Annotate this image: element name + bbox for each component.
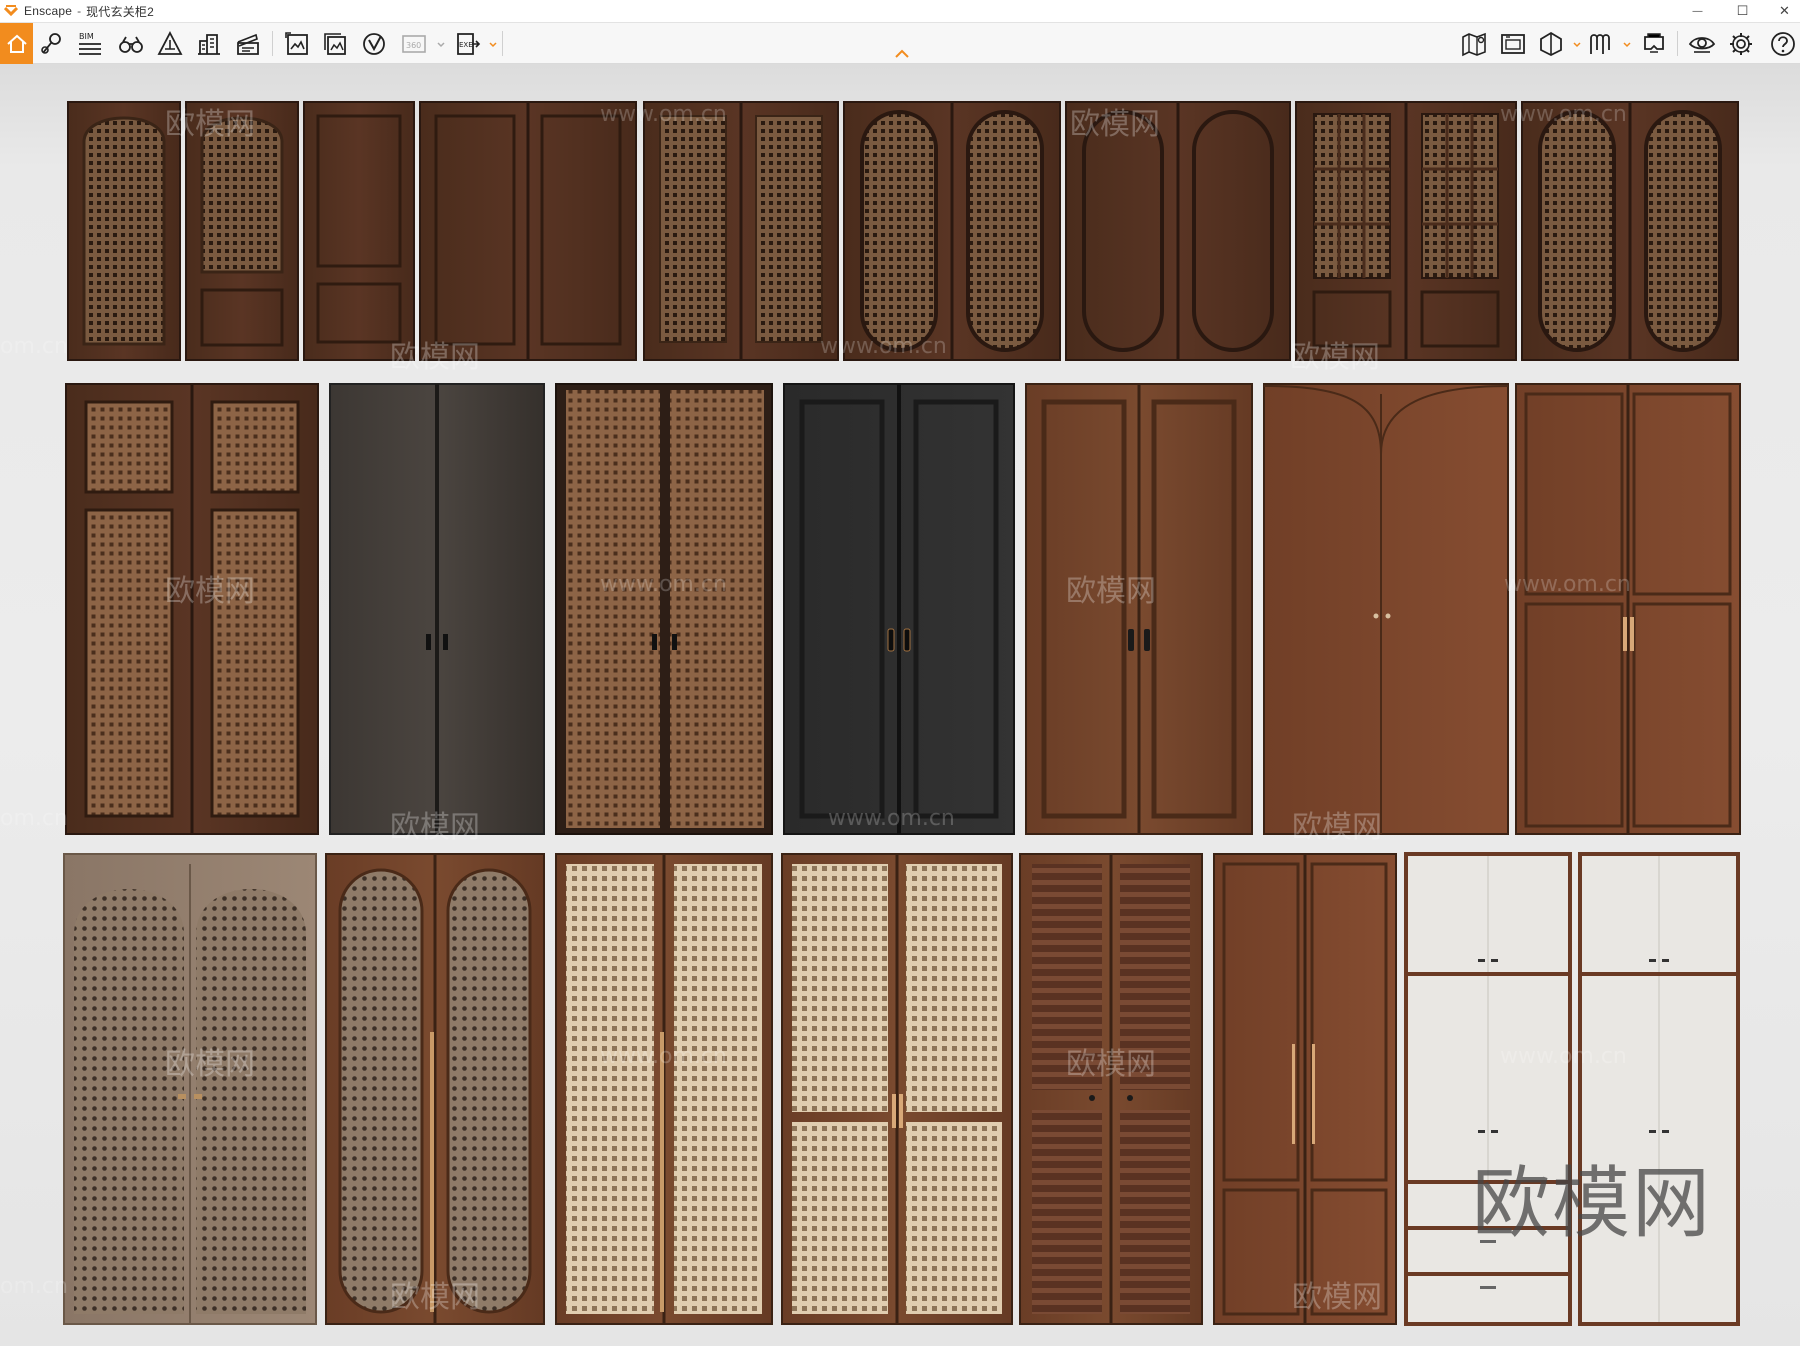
bim-icon: BIM (79, 32, 101, 55)
collapse-toolbar-button[interactable] (892, 47, 912, 61)
vr-headset-icon (1644, 32, 1664, 53)
panorama-dropdown-button[interactable] (436, 37, 446, 48)
panorama-icon: 360 (402, 34, 426, 53)
video-render-button[interactable] (357, 27, 391, 60)
toolbar-separator (1677, 31, 1678, 56)
render-image-icon (285, 31, 308, 55)
video-render-icon (363, 32, 385, 55)
title-bar: Enscape - 现代玄关柜2 — ☐ ✕ (0, 0, 1800, 23)
bim-label: BIM (79, 32, 94, 41)
clapperboard-icon (237, 33, 259, 55)
binoculars-icon (119, 36, 143, 53)
materials-icon (1590, 33, 1610, 54)
chevron-down-icon (489, 42, 497, 48)
batch-render-button[interactable] (318, 27, 352, 60)
door-row-3 (63, 852, 1740, 1326)
app-name: Enscape (24, 4, 73, 18)
close-button[interactable]: ✕ (1762, 0, 1800, 22)
settings-gear-icon (1730, 32, 1752, 55)
visual-settings-icon (1501, 33, 1525, 54)
help-icon (1771, 31, 1795, 56)
close-icon: ✕ (1779, 3, 1790, 18)
maximize-icon: ☐ (1736, 3, 1749, 18)
site-logo-watermark: 欧模网 (1472, 1159, 1713, 1249)
export-dropdown-button[interactable] (488, 37, 498, 48)
export-exe-icon: EXE (457, 32, 481, 55)
home-button[interactable] (0, 23, 33, 64)
materials-dropdown-button[interactable] (1622, 37, 1632, 48)
render-viewport[interactable]: 欧模网 www.om.cn 欧模网 www.om.cn om.cn 欧模网 ww… (0, 64, 1800, 1346)
vr-headset-button[interactable] (1637, 27, 1671, 60)
cube-section-icon (1540, 31, 1562, 56)
materials-button[interactable] (1584, 27, 1618, 60)
map-button[interactable] (1457, 27, 1491, 60)
title-separator: - (77, 4, 82, 18)
eye-button[interactable] (1685, 27, 1719, 60)
chevron-down-icon (1623, 42, 1631, 48)
minimize-icon: — (1692, 5, 1703, 17)
chevron-up-icon (895, 49, 909, 58)
bim-button[interactable]: BIM (73, 27, 107, 60)
eye-icon (1688, 36, 1716, 53)
asset-library-button[interactable] (153, 27, 187, 60)
clapperboard-button[interactable] (231, 27, 265, 60)
minimize-button[interactable]: — (1675, 0, 1720, 22)
settings-button[interactable] (1724, 27, 1758, 60)
buildings-icon (198, 33, 220, 55)
home-icon (6, 34, 27, 53)
toolbar-separator (502, 31, 503, 56)
views-button[interactable] (35, 27, 69, 60)
binoculars-button[interactable] (114, 27, 148, 60)
visual-settings-button[interactable] (1496, 27, 1530, 60)
export-exe-label: EXE (459, 41, 473, 49)
render-image-button[interactable] (280, 27, 314, 60)
cube-section-dropdown-button[interactable] (1572, 37, 1582, 48)
chevron-down-icon (437, 42, 445, 48)
enscape-window: Enscape - 现代玄关柜2 — ☐ ✕ BIM 360 EXE 欧模网 w… (0, 0, 1800, 1346)
batch-render-icon (324, 32, 346, 55)
help-button[interactable] (1766, 27, 1800, 60)
maximize-button[interactable]: ☐ (1720, 0, 1765, 22)
buildings-button[interactable] (192, 27, 226, 60)
panorama-label: 360 (406, 41, 421, 50)
document-name: 现代玄关柜2 (86, 4, 154, 19)
export-exe-button[interactable]: EXE (450, 27, 484, 60)
enscape-logo-icon (4, 5, 18, 17)
door-row-1 (67, 101, 1739, 361)
asset-library-icon (157, 30, 183, 55)
views-icon (41, 32, 61, 54)
panorama-button[interactable]: 360 (397, 27, 431, 60)
cube-section-button[interactable] (1534, 27, 1568, 60)
door-row-2 (65, 383, 1741, 835)
map-icon (1462, 32, 1486, 56)
chevron-down-icon (1573, 42, 1581, 48)
toolbar-separator (272, 31, 273, 56)
